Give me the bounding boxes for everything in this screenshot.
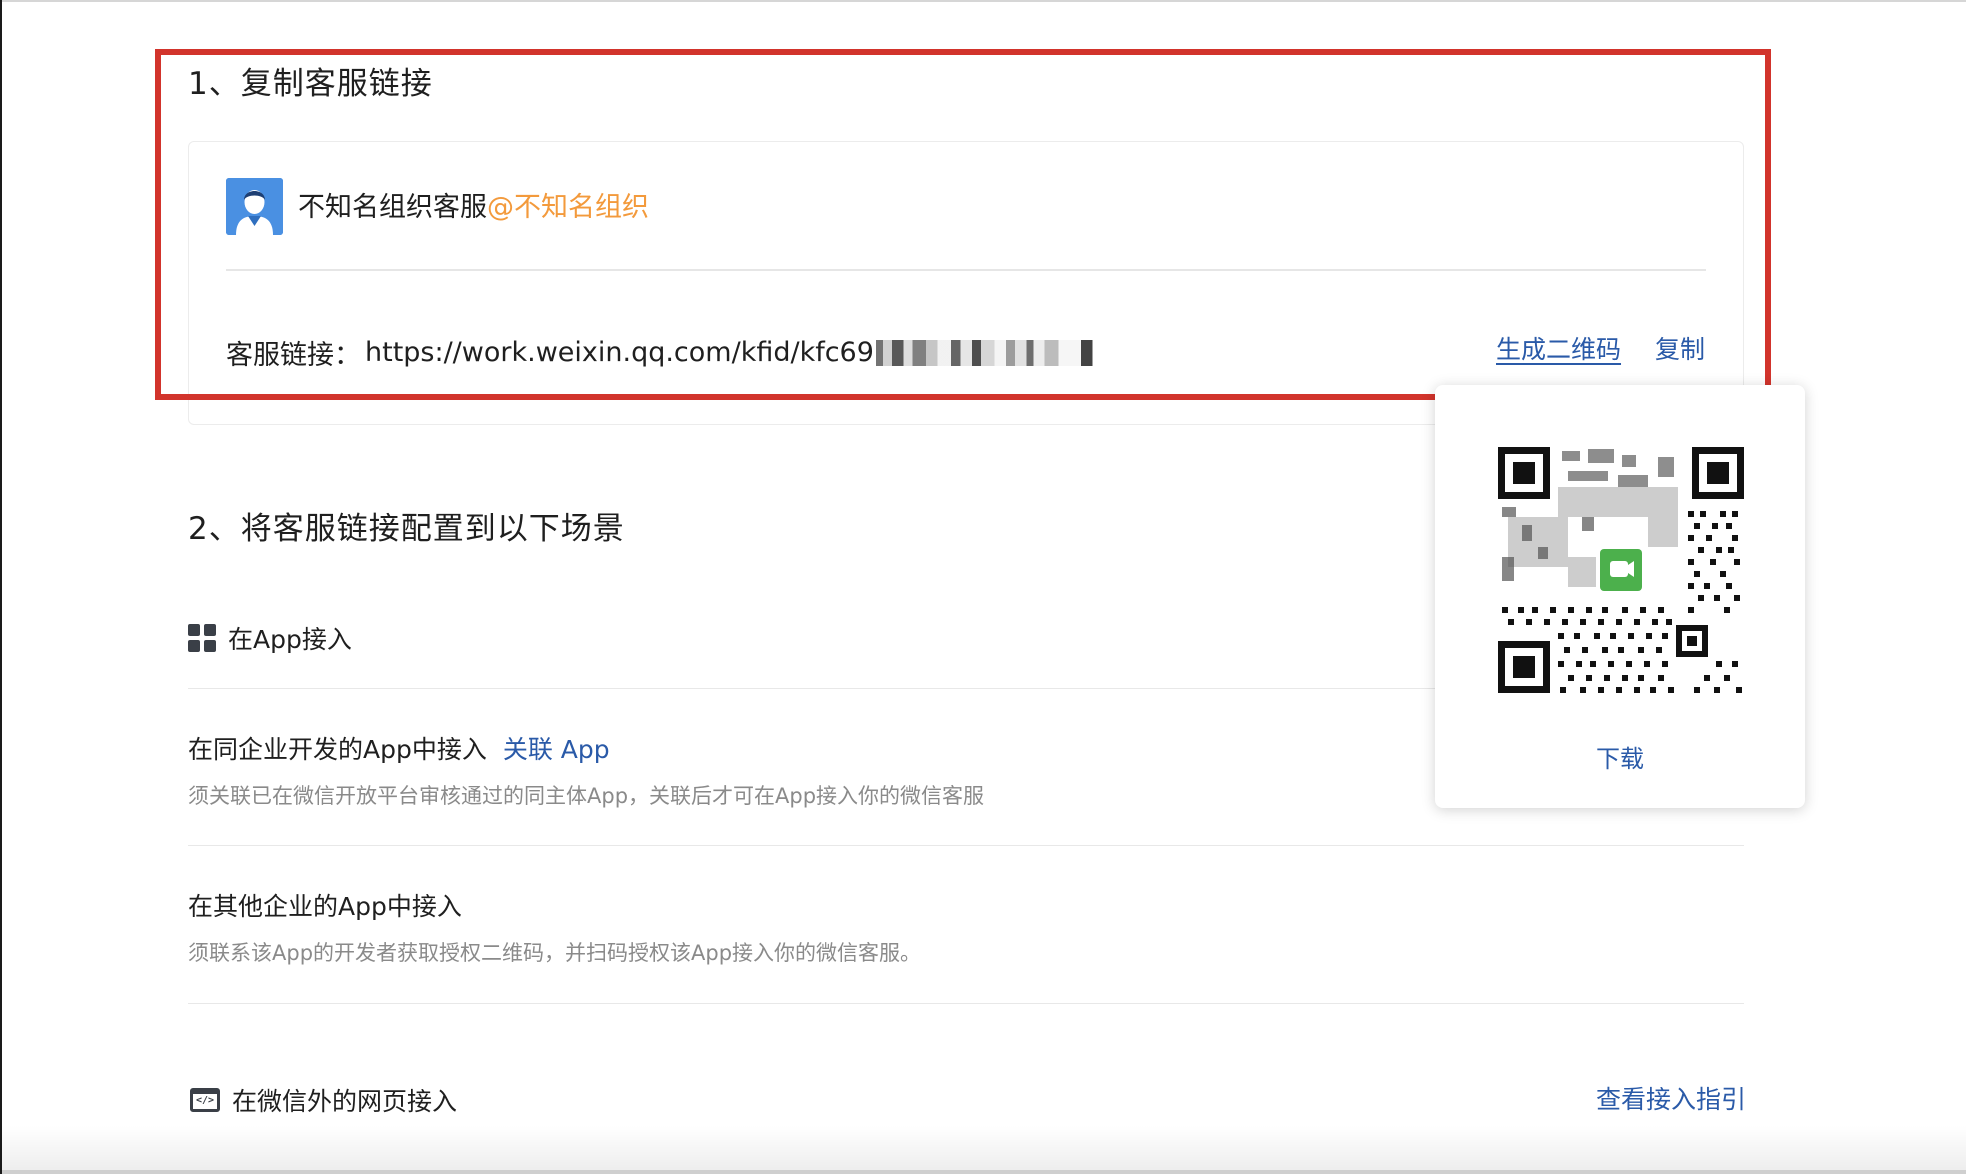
app-section-header: 在App接入: [188, 620, 352, 656]
associate-app-link[interactable]: 关联 App: [503, 735, 610, 764]
top-border: [2, 0, 1966, 2]
bottom-line: [2, 1170, 1966, 1174]
web-section-label: 在微信外的网页接入: [232, 1087, 458, 1116]
avatar: [226, 178, 283, 235]
app-grid-icon: [188, 624, 216, 652]
page: 1、复制客服链接 不知名组织客服@不知名组织 客服链接： https://wor…: [0, 0, 1966, 1174]
agent-name: 不知名组织客服@不知名组织: [298, 185, 649, 224]
option-same-company-desc: 须关联已在微信开放平台审核通过的同主体App，关联后才可在App接入你的微信客服: [188, 784, 985, 808]
qr-code-image: [1498, 447, 1744, 693]
link-url: https://work.weixin.qq.com/kfid/kfc69: [365, 337, 874, 368]
redacted-link-segment: [875, 339, 1104, 366]
card-divider: [226, 269, 1706, 271]
agent-org: @不知名组织: [487, 192, 649, 223]
link-label: 客服链接：: [226, 340, 361, 371]
web-code-icon: </>: [190, 1088, 220, 1112]
view-guide-link[interactable]: 查看接入指引: [1596, 1080, 1746, 1116]
option-other-company-title: 在其他企业的App中接入: [188, 892, 462, 921]
divider: [188, 1003, 1744, 1004]
option-same-company-title: 在同企业开发的App中接入 关联 App: [188, 730, 610, 766]
person-avatar-icon: [226, 178, 283, 235]
option-other-company-desc: 须联系该App的开发者获取授权二维码，并扫码授权该App接入你的微信客服。: [188, 941, 922, 965]
app-section-label: 在App接入: [228, 625, 352, 654]
copy-link-button[interactable]: 复制: [1655, 330, 1705, 366]
web-section-header: </> 在微信外的网页接入: [190, 1082, 457, 1118]
agent-name-text: 不知名组织客服: [298, 192, 487, 223]
link-card: [188, 141, 1744, 425]
link-row: 客服链接： https://work.weixin.qq.com/kfid/kf…: [226, 333, 1104, 372]
section-title-copy-link: 1、复制客服链接: [188, 66, 433, 102]
bottom-bar: [2, 1126, 1966, 1174]
qr-download-button[interactable]: 下载: [1435, 739, 1805, 774]
generate-qr-link[interactable]: 生成二维码: [1496, 330, 1621, 366]
qr-code-popup: 下载: [1435, 385, 1805, 808]
option-same-company-text: 在同企业开发的App中接入: [188, 735, 487, 764]
divider: [188, 845, 1744, 846]
section-title-configure: 2、将客服链接配置到以下场景: [188, 511, 625, 547]
